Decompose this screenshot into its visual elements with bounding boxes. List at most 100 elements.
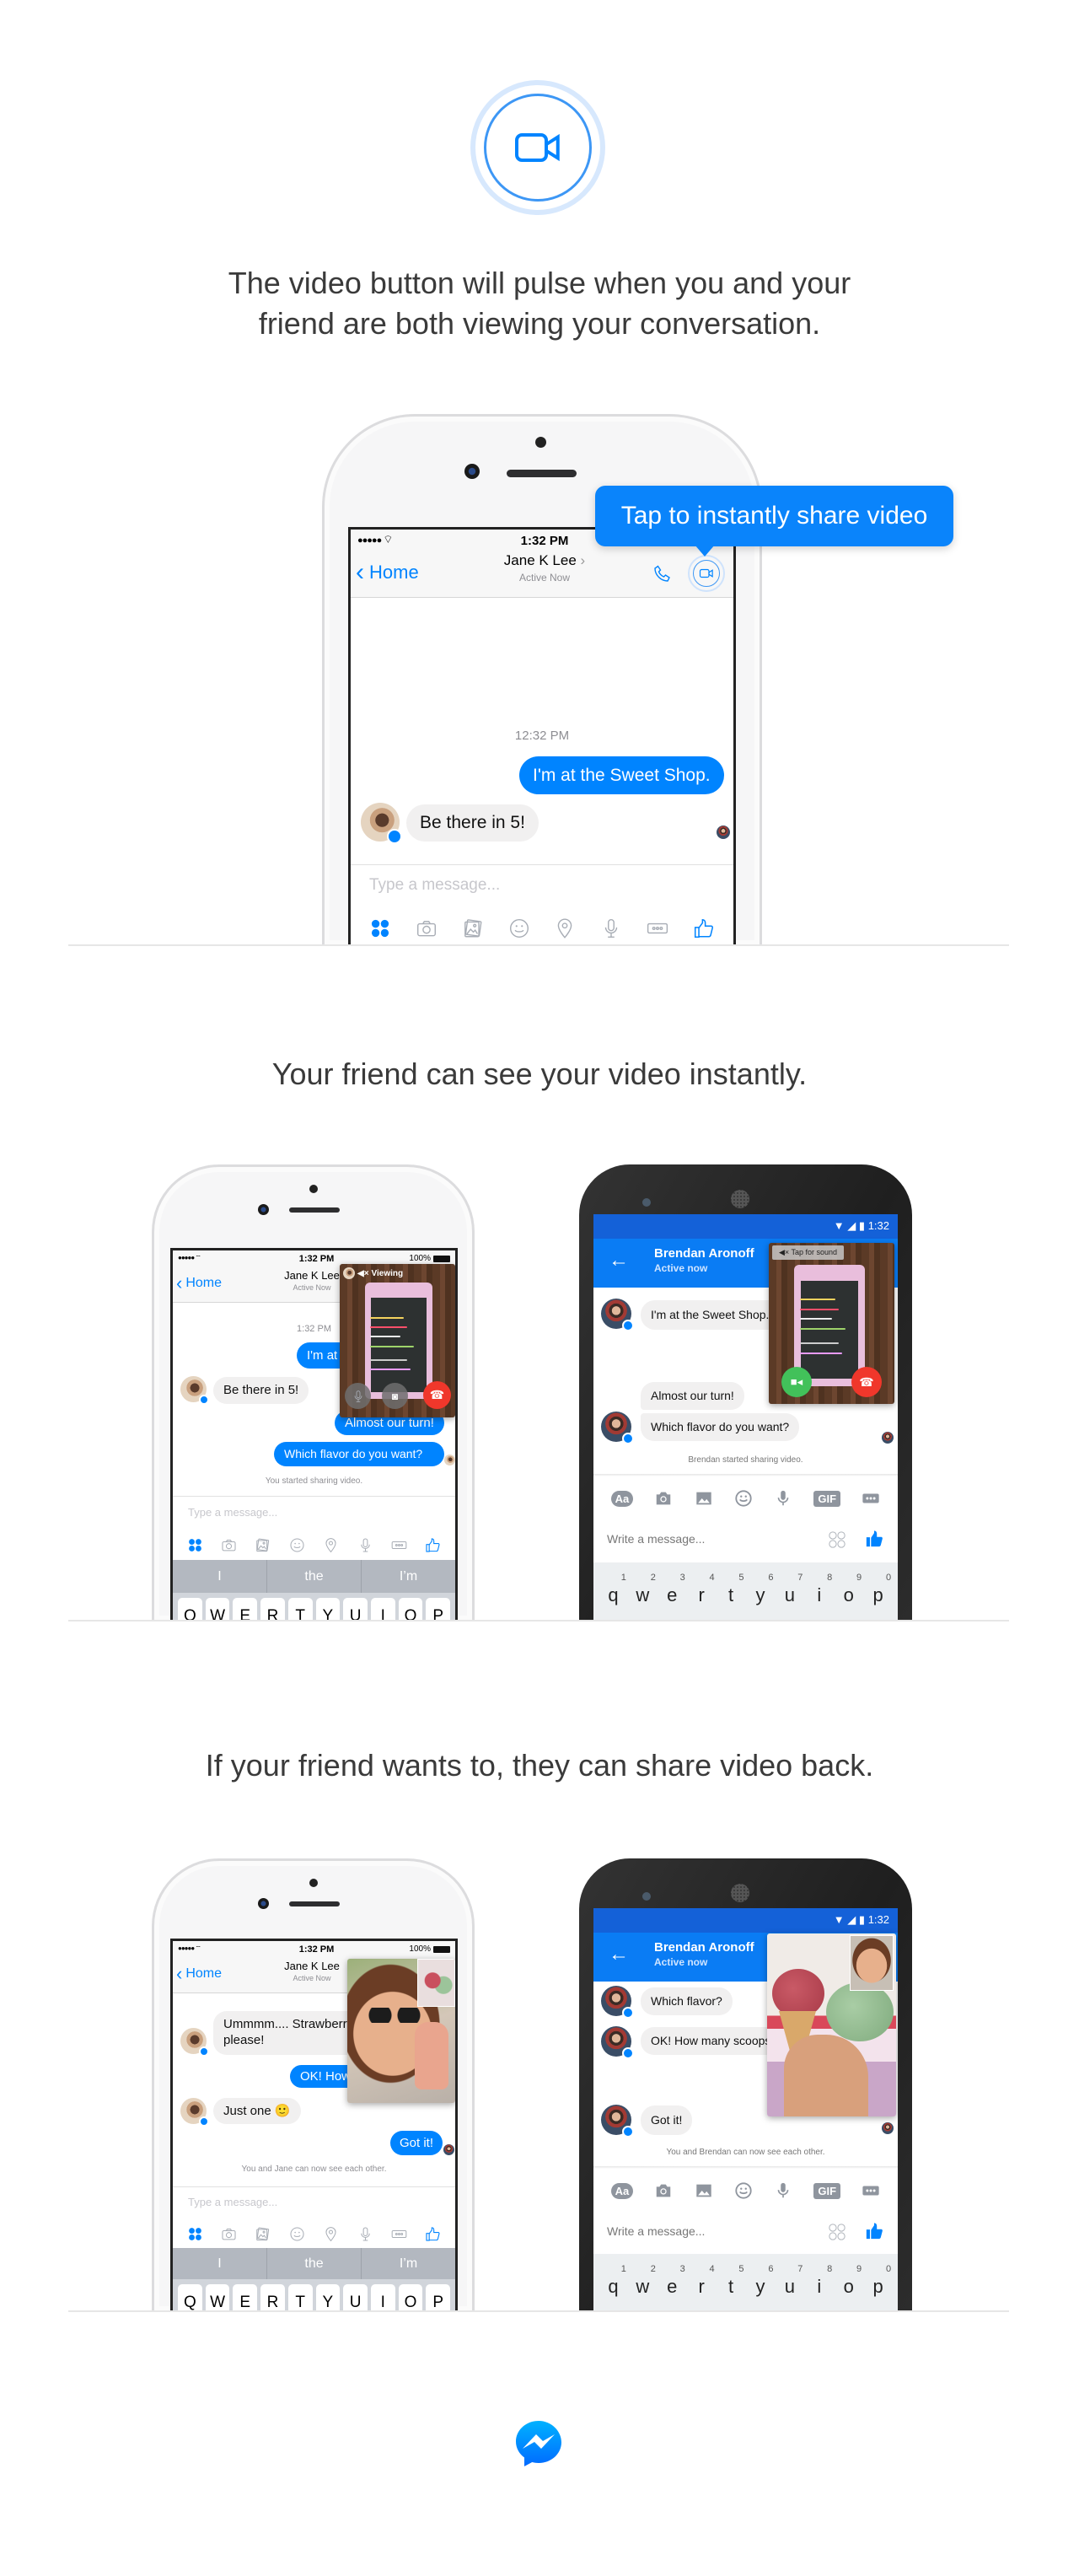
phone-call-icon[interactable] xyxy=(652,564,673,584)
flip-camera-button[interactable]: ◙ xyxy=(382,1383,408,1409)
message-input[interactable]: Type a message... xyxy=(188,1506,277,1519)
key[interactable]: W xyxy=(205,1598,230,1621)
gif-icon[interactable]: GIF xyxy=(813,1490,841,1507)
image-icon[interactable] xyxy=(695,2181,713,2200)
key[interactable]: O xyxy=(398,2284,423,2311)
key[interactable]: I xyxy=(370,2284,395,2311)
microphone-icon[interactable] xyxy=(774,1489,792,1508)
end-video-button[interactable]: ☎ xyxy=(423,1381,451,1409)
back-button[interactable]: ‹ Home xyxy=(176,1274,222,1293)
more-icon[interactable] xyxy=(391,1537,407,1553)
microphone-icon[interactable] xyxy=(600,917,622,939)
key[interactable]: O xyxy=(398,1598,423,1621)
microphone-icon[interactable] xyxy=(357,1537,373,1553)
emoji-icon[interactable] xyxy=(289,1537,305,1553)
key[interactable]: Y xyxy=(315,1598,341,1621)
more-icon[interactable] xyxy=(647,917,668,939)
key[interactable]: I xyxy=(370,1598,395,1621)
camera-icon[interactable] xyxy=(416,917,438,939)
key[interactable]: r4 xyxy=(687,2264,717,2311)
key[interactable]: p0 xyxy=(863,2264,893,2311)
video-preview-friend[interactable] xyxy=(347,1959,455,2103)
key[interactable]: P xyxy=(426,1598,451,1621)
like-icon[interactable] xyxy=(425,2226,441,2242)
emoji-icon[interactable] xyxy=(289,2226,305,2242)
back-arrow-icon[interactable]: ← xyxy=(609,1943,629,1966)
location-icon[interactable] xyxy=(554,917,576,939)
suggestion[interactable]: I xyxy=(173,1560,267,1593)
message-input[interactable]: Type a message... xyxy=(188,2196,277,2208)
end-video-button[interactable]: ☎ xyxy=(851,1367,882,1397)
key[interactable]: y6 xyxy=(746,2264,776,2311)
emoji-icon[interactable] xyxy=(734,1489,753,1508)
key[interactable]: y6 xyxy=(746,1573,776,1621)
key[interactable]: R xyxy=(260,2284,285,2311)
key[interactable]: e3 xyxy=(658,1573,687,1621)
key[interactable]: Q xyxy=(178,1598,202,1621)
stickers-icon[interactable] xyxy=(828,1530,846,1549)
camera-icon[interactable] xyxy=(221,2226,237,2242)
like-icon[interactable] xyxy=(425,1537,441,1553)
text-format-icon[interactable]: Aa xyxy=(610,1490,634,1507)
location-icon[interactable] xyxy=(323,1537,339,1553)
emoji-icon[interactable] xyxy=(734,2181,753,2200)
camera-icon[interactable] xyxy=(654,2181,673,2200)
stickers-icon[interactable] xyxy=(828,2223,846,2241)
key[interactable]: o9 xyxy=(834,2264,863,2311)
apps-icon[interactable] xyxy=(369,917,391,939)
emoji-icon[interactable] xyxy=(508,917,530,939)
suggestion[interactable]: I’m xyxy=(362,2248,455,2279)
photo-icon[interactable] xyxy=(255,1537,271,1553)
key[interactable]: r4 xyxy=(687,1573,717,1621)
tap-for-sound-button[interactable]: ◀× Tap for sound xyxy=(772,1245,845,1260)
like-icon[interactable] xyxy=(865,2222,883,2240)
like-icon[interactable] xyxy=(865,1530,883,1548)
microphone-icon[interactable] xyxy=(774,2181,792,2200)
video-preview[interactable]: ◀× Tap for sound ■◂ ☎ xyxy=(769,1243,894,1404)
key[interactable]: u7 xyxy=(775,2264,804,2311)
video-preview[interactable]: ◀× Viewing ◙ ☎ xyxy=(340,1264,455,1417)
message-input[interactable]: Write a message... xyxy=(607,2224,705,2238)
like-icon[interactable] xyxy=(693,917,715,939)
key[interactable]: q1 xyxy=(599,2264,628,2311)
key[interactable]: W xyxy=(205,2284,230,2311)
key[interactable]: R xyxy=(260,1598,285,1621)
key[interactable]: q1 xyxy=(599,1573,628,1621)
microphone-icon[interactable] xyxy=(357,2226,373,2242)
back-arrow-icon[interactable]: ← xyxy=(609,1249,629,1272)
more-icon[interactable] xyxy=(862,1489,880,1508)
suggestion[interactable]: the xyxy=(267,2248,362,2279)
share-video-back-button[interactable]: ■◂ xyxy=(781,1367,812,1397)
apps-icon[interactable] xyxy=(187,1537,203,1553)
camera-icon[interactable] xyxy=(654,1489,673,1508)
gif-icon[interactable]: GIF xyxy=(813,2182,841,2199)
text-format-icon[interactable]: Aa xyxy=(610,2182,634,2199)
key[interactable]: E xyxy=(233,1598,258,1621)
image-icon[interactable] xyxy=(695,1489,713,1508)
key[interactable]: T xyxy=(287,2284,313,2311)
key[interactable]: u7 xyxy=(775,1573,804,1621)
photo-icon[interactable] xyxy=(255,2226,271,2242)
camera-icon[interactable] xyxy=(221,1537,237,1553)
suggestion[interactable]: I’m xyxy=(362,1560,455,1593)
key[interactable]: P xyxy=(426,2284,451,2311)
apps-icon[interactable] xyxy=(187,2226,203,2242)
video-call-button[interactable] xyxy=(688,555,725,592)
key[interactable]: i8 xyxy=(804,2264,834,2311)
key[interactable]: o9 xyxy=(834,1573,863,1621)
contact-header[interactable]: Jane K Lee › Active Now xyxy=(460,552,629,583)
key[interactable]: t5 xyxy=(717,1573,746,1621)
key[interactable]: Q xyxy=(178,2284,202,2311)
key[interactable]: w2 xyxy=(628,1573,658,1621)
key[interactable]: w2 xyxy=(628,2264,658,2311)
location-icon[interactable] xyxy=(323,2226,339,2242)
key[interactable]: U xyxy=(343,1598,368,1621)
back-button[interactable]: ‹ Home xyxy=(356,560,419,585)
key[interactable]: Y xyxy=(315,2284,341,2311)
more-icon[interactable] xyxy=(862,2181,880,2200)
message-input[interactable]: Write a message... xyxy=(607,1532,705,1546)
more-icon[interactable] xyxy=(391,2226,407,2242)
key[interactable]: i8 xyxy=(804,1573,834,1621)
key[interactable]: T xyxy=(287,1598,313,1621)
mute-microphone-button[interactable] xyxy=(345,1383,371,1409)
